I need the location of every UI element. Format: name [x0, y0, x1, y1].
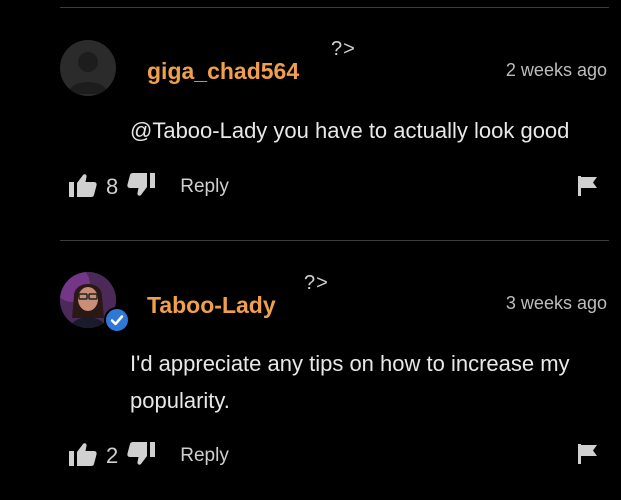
rank-marker: ?>	[304, 272, 329, 294]
verified-icon	[104, 307, 130, 333]
flag-icon[interactable]	[577, 443, 599, 470]
comment-username[interactable]: Taboo-Lady	[147, 292, 276, 319]
comment-actions: 2 Reply	[68, 441, 229, 472]
reply-button[interactable]: Reply	[180, 445, 229, 467]
comment-item: ?> Taboo-Lady 3 weeks ago I'd appreciate…	[0, 0, 621, 500]
thumbs-down-icon[interactable]	[126, 441, 156, 472]
comment-timestamp: 3 weeks ago	[505, 293, 607, 313]
thumbs-up-icon[interactable]	[68, 441, 98, 472]
comment-body: I'd appreciate any tips on how to increa…	[130, 351, 570, 413]
like-count: 2	[106, 443, 119, 468]
